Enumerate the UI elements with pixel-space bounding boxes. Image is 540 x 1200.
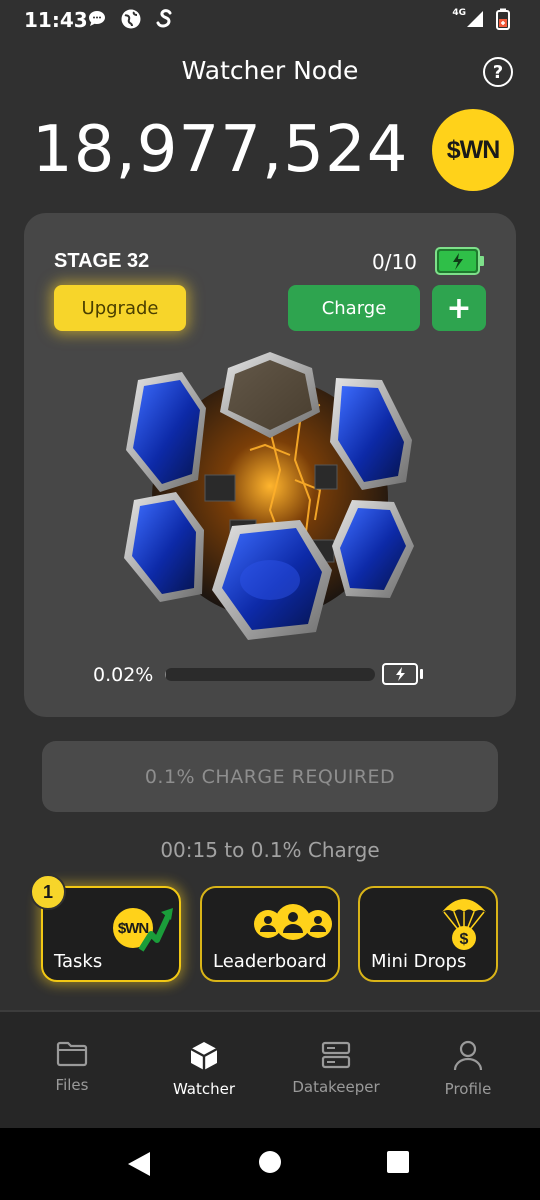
home-icon[interactable] — [258, 1150, 282, 1174]
status-bar: 11:43 4G — [0, 0, 540, 40]
coin-label: $WN — [446, 135, 501, 164]
add-charge-button[interactable]: + — [432, 285, 486, 331]
globe-icon — [120, 8, 142, 30]
nav-item-profile[interactable]: Profile — [408, 1040, 528, 1098]
signal-icon — [464, 8, 486, 30]
status-notification-icons — [86, 8, 176, 30]
system-navigation-bar — [0, 1128, 540, 1200]
charge-progress-bar — [165, 668, 375, 681]
parachute-coin-icon: $ — [442, 899, 486, 950]
watcher-node-image — [124, 352, 414, 640]
person-icon — [453, 1040, 483, 1071]
nav-label-profile: Profile — [444, 1080, 492, 1098]
mini-drops-tile[interactable]: $ Mini Drops — [358, 886, 498, 982]
tasks-label: Tasks — [54, 951, 103, 972]
nav-item-datakeeper[interactable]: Datakeeper — [276, 1040, 396, 1096]
chat-bubble-icon — [86, 8, 108, 30]
status-time: 11:43 — [24, 8, 88, 32]
cube-icon — [190, 1042, 218, 1070]
svg-text:$: $ — [460, 931, 469, 948]
nav-label-watcher: Watcher — [172, 1080, 236, 1098]
charge-required-button[interactable]: 0.1% CHARGE REQUIRED — [42, 741, 498, 812]
wn-coin-icon: $WN — [432, 109, 514, 191]
bottom-nav: Files Watcher Datakeeper Profile — [0, 1012, 540, 1128]
wn-coin-trend-icon: $WN — [111, 904, 175, 954]
back-icon[interactable] — [126, 1150, 152, 1178]
app-screen: 11:43 4G Watcher Node ? 18,977,524 $WN S… — [0, 0, 540, 1200]
s-logo-icon — [154, 8, 176, 30]
network-type: 4G — [452, 8, 466, 18]
question-circle-icon[interactable]: ? — [483, 57, 513, 87]
folder-icon — [56, 1041, 88, 1067]
battery-bolt-icon — [382, 663, 423, 685]
nav-item-files[interactable]: Files — [12, 1040, 132, 1094]
leaderboard-tile[interactable]: Leaderboard — [200, 886, 340, 982]
charge-count: 0/10 — [372, 250, 417, 274]
charge-button[interactable]: Charge — [288, 285, 420, 331]
battery-saver-icon — [492, 8, 514, 30]
server-icon — [321, 1041, 351, 1069]
nav-item-watcher[interactable]: Watcher — [144, 1040, 264, 1098]
leaderboard-label: Leaderboard — [213, 951, 327, 972]
token-balance: 18,977,524 — [32, 113, 409, 187]
charge-progress-label: 0.02% — [93, 664, 154, 686]
upgrade-button[interactable]: Upgrade — [54, 285, 186, 331]
node-card: STAGE 32 0/10 Upgrade Charge + 0.02% — [24, 213, 516, 717]
page-title: Watcher Node — [181, 56, 359, 85]
recents-icon[interactable] — [386, 1150, 410, 1174]
stage-label: STAGE 32 — [54, 250, 150, 272]
battery-charging-icon — [435, 247, 484, 275]
leaderboard-people-icon — [254, 904, 332, 940]
charge-timer: 00:15 to 0.1% Charge — [160, 838, 380, 862]
status-system-icons: 4G — [452, 8, 514, 30]
charge-progress-fill — [165, 668, 167, 681]
tasks-badge: 1 — [30, 874, 66, 910]
nav-label-datakeeper: Datakeeper — [292, 1078, 380, 1096]
nav-label-files: Files — [55, 1076, 89, 1094]
mini-drops-label: Mini Drops — [371, 951, 467, 972]
